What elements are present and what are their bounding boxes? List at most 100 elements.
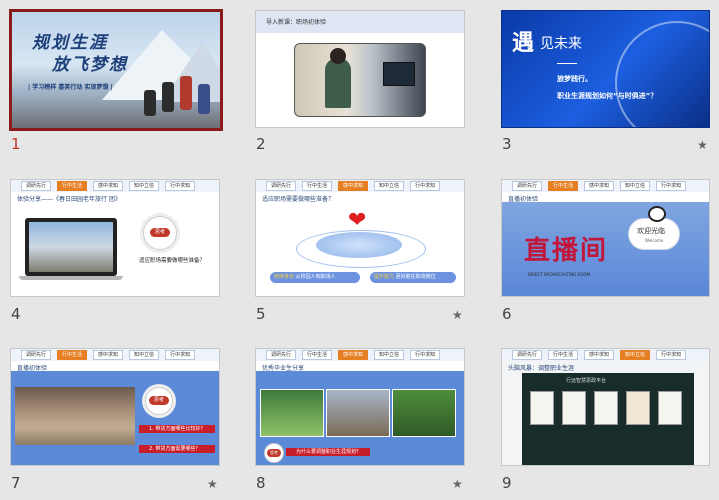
slide-thumbnail-8[interactable]: 调研先行 行中生活 感中求知 知中立信 行中求知 优秀毕业生分享 思考 为什么要… [255, 348, 465, 466]
slide-title: 放飞梦想 [52, 55, 128, 75]
star-icon: ★ [452, 477, 463, 491]
tab-label-active: 行中生活 [57, 350, 88, 360]
graduate-photo [326, 389, 390, 437]
tab-label-active: 行中生活 [57, 181, 88, 191]
person-figure [325, 58, 351, 108]
live-room-title: 直播间 [524, 236, 609, 266]
question-bar: 2. 带货方面需要哪些？ [139, 445, 215, 453]
slide-thumbnail-7[interactable]: 调研先行 行中生活 感中求知 知中立信 行中求知 直播初体验 思考 1. 带货方… [10, 348, 220, 466]
think-badge-circle: 思考 [264, 443, 284, 463]
star-icon: ★ [207, 477, 218, 491]
tab-label: 调研先行 [512, 181, 543, 191]
platform-screenshot: 行远智慧思政平台 [522, 373, 694, 465]
pill-tag: 提升能力 [374, 274, 395, 280]
tab-label-active: 感中求知 [338, 181, 369, 191]
laptop-base [19, 276, 123, 280]
livestream-photo [15, 387, 135, 445]
slide-number: 9 [502, 474, 512, 492]
slide-number: 6 [502, 305, 512, 323]
pill-tag: 转换身份 [274, 274, 295, 280]
star-icon: ★ [697, 138, 708, 152]
slide-number: 1 [11, 135, 21, 153]
slide-thumbnail-2[interactable]: 导入新课：职场初体验 [255, 10, 465, 128]
tab-label: 行中求知 [165, 181, 196, 191]
slide-number: 2 [256, 135, 266, 153]
think-badge-circle: 思考 [143, 216, 177, 250]
live-room-subtitle: DIRECT BROADCASTING ROOM [528, 272, 591, 277]
tab-label-active: 感中求知 [338, 350, 369, 360]
office-photo [294, 43, 426, 117]
slide-thumbnail-4[interactable]: 调研先行 行中生活 感中求知 知中立信 行中求知 体验分享——《春日田园老年旅行… [10, 179, 220, 297]
platform-title: 行远智慧思政平台 [566, 378, 607, 384]
divider [557, 63, 577, 64]
graduate-photo [392, 389, 456, 437]
slide-question: 适应职场需要做哪些准备？ [139, 258, 206, 264]
tab-label: 感中求知 [584, 350, 615, 360]
slide-text: 旅梦践行。 [557, 75, 592, 83]
tab-label: 行中求知 [410, 181, 441, 191]
tab-bar: 调研先行 行中生活 感中求知 知中立信 行中求知 [502, 180, 709, 192]
slide-thumbnail-3[interactable]: 遇 见未来 旅梦践行。 职业生涯规划如何“与时俱进”？ [501, 10, 710, 128]
laptop-graphic [25, 218, 117, 276]
climber-figure [180, 76, 192, 110]
welcome-text-en: Welcome [645, 238, 664, 243]
tab-label: 知中立信 [620, 181, 651, 191]
tab-label: 知中立信 [374, 350, 405, 360]
tab-label: 行中求知 [410, 350, 441, 360]
question-bar: 为什么要调整职业生涯规划？ [286, 448, 370, 456]
slide-thumbnail-1[interactable]: 规划生涯 放飞梦想 | 学习榜样 喜笑行动 实现梦想 | [9, 9, 223, 131]
slide-tagline: | 学习榜样 喜笑行动 实现梦想 | [28, 84, 113, 91]
pill-text: 更好胜任职场岗位 [395, 274, 436, 280]
climber-figure [144, 90, 156, 116]
think-badge: 思考 [149, 396, 169, 405]
welcome-bubble: 欢迎光临 Welcome [628, 218, 680, 250]
tab-bar: 调研先行 行中生活 感中求知 知中立信 行中求知 [11, 349, 219, 361]
tab-label: 知中立信 [129, 181, 160, 191]
info-pill: 转换身份 从校园人到职场人 [270, 272, 360, 283]
tab-label: 感中求知 [93, 181, 124, 191]
decorative-arc [615, 21, 709, 127]
slide-title-char: 遇 [512, 30, 535, 56]
slide-subhead: 适应职场需要做哪些准备？ [262, 196, 335, 203]
slide-header-bar: 导入新课：职场初体验 [256, 11, 464, 33]
slide-header-text: 导入新课：职场初体验 [266, 19, 327, 26]
pill-text: 从校园人到职场人 [295, 274, 336, 280]
tab-label-active: 知中立信 [620, 350, 651, 360]
slide-subhead: 头脑风暴：调整职业生涯 [508, 365, 575, 372]
tab-label: 行中生活 [302, 181, 333, 191]
tab-label: 行中求知 [656, 350, 687, 360]
person-head [330, 48, 346, 64]
climber-figure [198, 84, 210, 114]
group-photo [29, 222, 113, 272]
tab-label: 调研先行 [266, 350, 297, 360]
tab-label: 行中生活 [548, 350, 579, 360]
slide-number: 3 [502, 135, 512, 153]
slide-thumbnail-9[interactable]: 调研先行 行中生活 感中求知 知中立信 行中求知 头脑风暴：调整职业生涯 行远智… [501, 348, 710, 466]
slide-number: 8 [256, 474, 266, 492]
tab-label: 调研先行 [21, 181, 52, 191]
info-pill: 提升能力 更好胜任职场岗位 [370, 272, 456, 283]
platform-disc [316, 232, 402, 258]
slide-number: 5 [256, 305, 266, 323]
slide-number: 4 [11, 305, 21, 323]
document-card [626, 391, 650, 425]
think-badge: 思考 [267, 449, 281, 457]
slide-number: 7 [11, 474, 21, 492]
slide-thumbnail-5[interactable]: 调研先行 行中生活 感中求知 知中立信 行中求知 适应职场需要做哪些准备？ ❤ … [255, 179, 465, 297]
star-icon: ★ [452, 308, 463, 322]
slide-text: 职业生涯规划如何“与时俱进”？ [557, 92, 658, 100]
slide-thumbnail-6[interactable]: 调研先行 行中生活 感中求知 知中立信 行中求知 直播初体验 直播间 DIREC… [501, 179, 710, 297]
tab-bar: 调研先行 行中生活 感中求知 知中立信 行中求知 [502, 349, 709, 361]
tab-label: 感中求知 [584, 181, 615, 191]
tab-label-active: 行中生活 [548, 181, 579, 191]
think-badge-circle: 思考 [145, 387, 173, 415]
document-card [594, 391, 618, 425]
tab-label: 调研先行 [266, 181, 297, 191]
tab-label: 知中立信 [374, 181, 405, 191]
tab-label: 知中立信 [129, 350, 160, 360]
slide-title: 见未来 [540, 36, 582, 52]
panda-icon [648, 206, 666, 222]
think-badge: 思考 [150, 228, 170, 237]
welcome-text: 欢迎光临 [637, 227, 665, 235]
graduate-photo [260, 389, 324, 437]
